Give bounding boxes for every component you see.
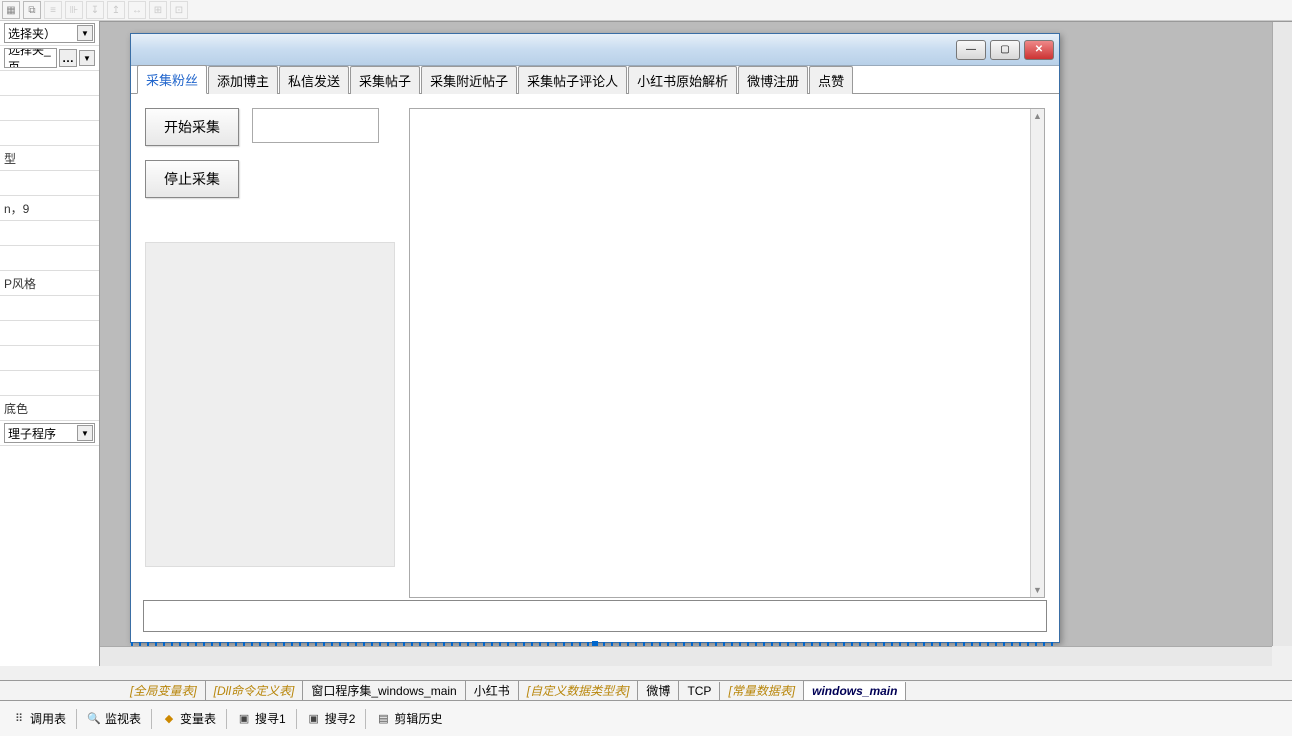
sb-search2-label: 搜寻2 bbox=[325, 710, 356, 727]
prop-cell[interactable] bbox=[0, 321, 99, 346]
prop-cell[interactable]: 型 bbox=[0, 146, 99, 171]
sb-clip-label: 剪辑历史 bbox=[394, 710, 442, 727]
designer-scrollbar-horizontal[interactable] bbox=[100, 646, 1272, 666]
status-bar: ⠿ 调用表 🔍 监视表 ◆ 变量表 ▣ 搜寻1 ▣ 搜寻2 ▤ 剪辑历史 bbox=[0, 700, 1292, 736]
sb-call-table[interactable]: ⠿ 调用表 bbox=[6, 707, 72, 730]
editor-tabs: [全局变量表] [Dll命令定义表] 窗口程序集_windows_main 小红… bbox=[0, 680, 1292, 700]
editor-tab-dll[interactable]: [Dll命令定义表] bbox=[206, 680, 304, 700]
tab-dm-send[interactable]: 私信发送 bbox=[279, 66, 349, 94]
designer-scrollbar-vertical[interactable] bbox=[1272, 22, 1292, 646]
left-property-panel: 选择夹） ▼ 选择夹_页 … ▼ 型 n，9 P风格 底色 理子程序 ▼ bbox=[0, 21, 100, 666]
sub-proc-combo[interactable]: 理子程序 ▼ bbox=[4, 423, 95, 443]
input-textbox[interactable] bbox=[252, 108, 379, 143]
sb-search1-label: 搜寻1 bbox=[255, 710, 286, 727]
tab-content: 开始采集 停止采集 bbox=[131, 94, 1059, 612]
sub-proc-arrow-icon[interactable]: ▼ bbox=[77, 425, 93, 441]
designer-surface: — ▢ ✕ 采集粉丝 添加博主 私信发送 采集帖子 采集附近帖子 采集帖子评论人… bbox=[100, 21, 1292, 666]
sb-call-label: 调用表 bbox=[30, 710, 66, 727]
left-controls: 开始采集 停止采集 bbox=[145, 108, 395, 598]
clip-icon: ▤ bbox=[376, 712, 390, 726]
toolbar-icon-7: ↔ bbox=[128, 1, 146, 19]
form-window[interactable]: — ▢ ✕ 采集粉丝 添加博主 私信发送 采集帖子 采集附近帖子 采集帖子评论人… bbox=[130, 33, 1060, 643]
combo-1-arrow-icon[interactable]: ▼ bbox=[77, 25, 93, 41]
toolbar-icon-9: ⊡ bbox=[170, 1, 188, 19]
prop-cell[interactable] bbox=[0, 346, 99, 371]
sb-var-label: 变量表 bbox=[180, 710, 216, 727]
log-textarea[interactable] bbox=[409, 108, 1045, 598]
editor-tab-winmain-set[interactable]: 窗口程序集_windows_main bbox=[303, 680, 465, 700]
combo-1-text: 选择夹） bbox=[8, 25, 56, 42]
prop-cell[interactable] bbox=[0, 221, 99, 246]
property-combo-1[interactable]: 选择夹） ▼ bbox=[4, 23, 95, 43]
textarea-scrollbar[interactable] bbox=[1030, 109, 1044, 597]
sb-watch-table[interactable]: 🔍 监视表 bbox=[81, 707, 147, 730]
toolbar-icon-4: ⊪ bbox=[65, 1, 83, 19]
toolbar-icon-2[interactable]: ⧉ bbox=[23, 1, 41, 19]
prop-cell[interactable] bbox=[0, 96, 99, 121]
tab-add-blogger[interactable]: 添加博主 bbox=[208, 66, 278, 94]
prop-cell[interactable] bbox=[0, 246, 99, 271]
separator bbox=[76, 709, 77, 729]
property-combo-2[interactable]: 选择夹_页 bbox=[4, 48, 57, 68]
close-button[interactable]: ✕ bbox=[1024, 40, 1054, 60]
titlebar: — ▢ ✕ bbox=[131, 34, 1059, 66]
toolbar-icon-5: ↧ bbox=[86, 1, 104, 19]
editor-tab-globals[interactable]: [全局变量表] bbox=[122, 680, 206, 700]
var-icon: ◆ bbox=[162, 712, 176, 726]
prop-cell[interactable] bbox=[0, 71, 99, 96]
separator bbox=[296, 709, 297, 729]
tab-commenters[interactable]: 采集帖子评论人 bbox=[518, 66, 627, 94]
grid-icon: ⠿ bbox=[12, 712, 26, 726]
minimize-button[interactable]: — bbox=[956, 40, 986, 60]
result-listbox[interactable] bbox=[145, 242, 395, 567]
editor-tab-consts[interactable]: [常量数据表] bbox=[720, 680, 804, 700]
prop-cell[interactable] bbox=[0, 121, 99, 146]
prop-cell[interactable] bbox=[0, 171, 99, 196]
tab-xhs-raw[interactable]: 小红书原始解析 bbox=[628, 66, 737, 94]
search2-icon: ▣ bbox=[307, 712, 321, 726]
toolbar-icon-8: ⊞ bbox=[149, 1, 167, 19]
stop-collect-button[interactable]: 停止采集 bbox=[145, 160, 239, 198]
top-toolbar: ▦ ⧉ ≡ ⊪ ↧ ↥ ↔ ⊞ ⊡ bbox=[0, 0, 1292, 21]
sub-proc-text: 理子程序 bbox=[8, 425, 56, 442]
tab-like[interactable]: 点赞 bbox=[809, 66, 853, 94]
prop-cell[interactable] bbox=[0, 296, 99, 321]
search1-icon: ▣ bbox=[237, 712, 251, 726]
editor-tab-tcp[interactable]: TCP bbox=[679, 682, 720, 700]
editor-tab-xhs[interactable]: 小红书 bbox=[466, 680, 519, 700]
sb-clip-history[interactable]: ▤ 剪辑历史 bbox=[370, 707, 448, 730]
toolbar-icon-1[interactable]: ▦ bbox=[2, 1, 20, 19]
toolbar-icon-6: ↥ bbox=[107, 1, 125, 19]
toolbar-icon-3: ≡ bbox=[44, 1, 62, 19]
prop-cell[interactable]: P风格 bbox=[0, 271, 99, 296]
tab-collect-posts[interactable]: 采集帖子 bbox=[350, 66, 420, 94]
magnify-icon: 🔍 bbox=[87, 712, 101, 726]
combo-2-text: 选择夹_页 bbox=[8, 48, 53, 68]
prop-cell[interactable]: 底色 bbox=[0, 396, 99, 421]
tab-collect-fans[interactable]: 采集粉丝 bbox=[137, 65, 207, 94]
editor-tab-types[interactable]: [自定义数据类型表] bbox=[519, 680, 639, 700]
sb-watch-label: 监视表 bbox=[105, 710, 141, 727]
tab-weibo-reg[interactable]: 微博注册 bbox=[738, 66, 808, 94]
editor-tab-weibo[interactable]: 微博 bbox=[638, 680, 679, 700]
separator bbox=[365, 709, 366, 729]
prop-cell[interactable] bbox=[0, 371, 99, 396]
combo-2-arrow-icon[interactable]: ▼ bbox=[79, 50, 95, 66]
separator bbox=[151, 709, 152, 729]
sb-var-table[interactable]: ◆ 变量表 bbox=[156, 707, 222, 730]
sb-search-1[interactable]: ▣ 搜寻1 bbox=[231, 707, 292, 730]
tab-nearby-posts[interactable]: 采集附近帖子 bbox=[421, 66, 517, 94]
maximize-button[interactable]: ▢ bbox=[990, 40, 1020, 60]
tab-strip: 采集粉丝 添加博主 私信发送 采集帖子 采集附近帖子 采集帖子评论人 小红书原始… bbox=[131, 66, 1059, 94]
sb-search-2[interactable]: ▣ 搜寻2 bbox=[301, 707, 362, 730]
start-collect-button[interactable]: 开始采集 bbox=[145, 108, 239, 146]
editor-tab-windows-main[interactable]: windows_main bbox=[804, 682, 906, 700]
scroll-corner bbox=[1272, 646, 1292, 666]
ellipsis-button[interactable]: … bbox=[59, 49, 77, 67]
status-textbox[interactable] bbox=[143, 600, 1047, 632]
separator bbox=[226, 709, 227, 729]
prop-cell[interactable]: n，9 bbox=[0, 196, 99, 221]
